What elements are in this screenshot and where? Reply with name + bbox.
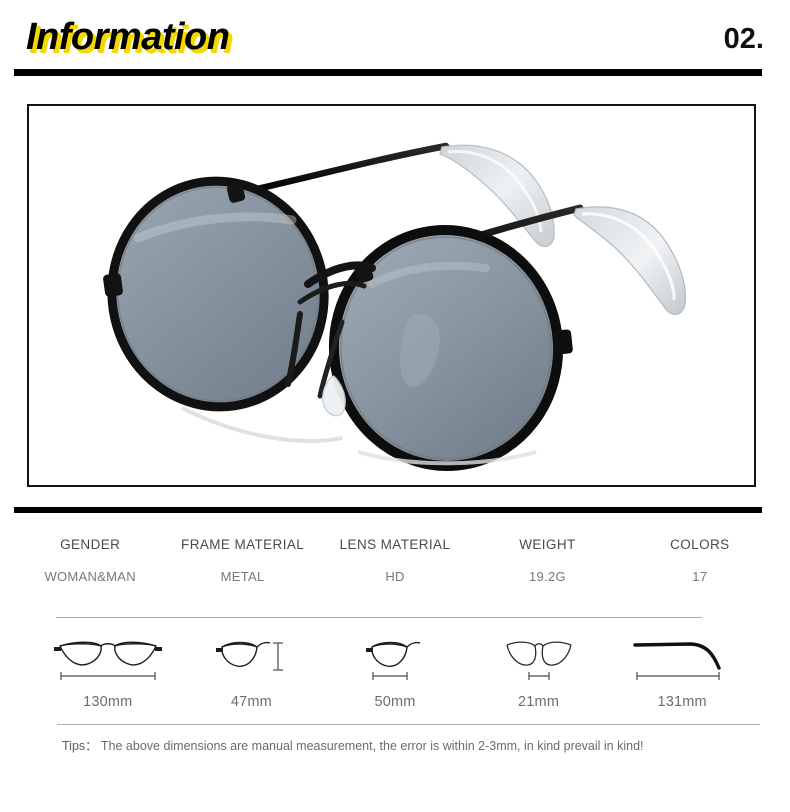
tips-text: The above dimensions are manual measurem… <box>97 739 644 753</box>
spec-header-frame-material: FRAME MATERIAL <box>181 537 305 552</box>
tips-label: Tips： <box>62 739 98 753</box>
spec-header-gender: GENDER <box>60 537 121 552</box>
spec-header-weight: WEIGHT <box>519 537 576 552</box>
dimension-item: 47mm <box>180 628 324 710</box>
dimension-figure <box>352 628 438 690</box>
dimension-label: 131mm <box>657 694 707 710</box>
lens-width-icon <box>365 641 421 680</box>
spec-header-colors: COLORS <box>670 537 730 552</box>
dimension-item: 130mm <box>36 628 180 710</box>
dimension-label: 50mm <box>374 694 416 710</box>
specification-table: GENDER FRAME MATERIAL LENS MATERIAL WEIG… <box>14 530 776 594</box>
spec-value-gender: WOMAN&MAN <box>44 569 136 584</box>
dimension-figure <box>627 628 737 690</box>
dimension-diagrams: 130mm 47mm 50mm 21mm 131mm <box>36 628 754 710</box>
dimension-figure <box>493 628 585 690</box>
dimension-figure <box>50 628 166 690</box>
eyeglasses-front-width-icon <box>53 641 162 680</box>
section-divider <box>14 507 762 513</box>
sunglasses-product-image <box>102 142 686 471</box>
lens-height-icon <box>216 641 284 671</box>
dimension-item: 50mm <box>323 628 467 710</box>
page-title: Information <box>26 16 230 58</box>
page-header: Information 02. <box>0 0 790 80</box>
tips-note: Tips： The above dimensions are manual me… <box>62 736 762 756</box>
temple-arm-length-icon <box>633 642 721 680</box>
dimension-label: 130mm <box>83 694 133 710</box>
page-number: 02. <box>723 23 764 55</box>
dimension-label: 21mm <box>518 694 560 710</box>
spec-header-lens-material: LENS MATERIAL <box>339 537 451 552</box>
product-photo <box>29 106 754 485</box>
spec-value-row: WOMAN&MAN METAL HD 19.2G 17 <box>14 560 776 594</box>
dimension-label: 47mm <box>230 694 272 710</box>
header-rule <box>14 69 762 76</box>
tips-separator <box>57 724 760 725</box>
dimension-item: 131mm <box>610 628 754 710</box>
dimension-item: 21mm <box>467 628 611 710</box>
spec-header-row: GENDER FRAME MATERIAL LENS MATERIAL WEIG… <box>14 530 776 560</box>
spec-table-separator <box>56 617 702 618</box>
page-title-wrapper: Information <box>26 16 230 58</box>
product-photo-frame <box>27 104 756 487</box>
spec-value-lens-material: HD <box>385 569 405 584</box>
spec-value-colors: 17 <box>692 569 708 584</box>
dimension-figure <box>208 628 294 690</box>
spec-value-weight: 19.2G <box>528 569 566 584</box>
bridge-width-icon <box>505 641 572 680</box>
spec-value-frame-material: METAL <box>220 569 265 584</box>
